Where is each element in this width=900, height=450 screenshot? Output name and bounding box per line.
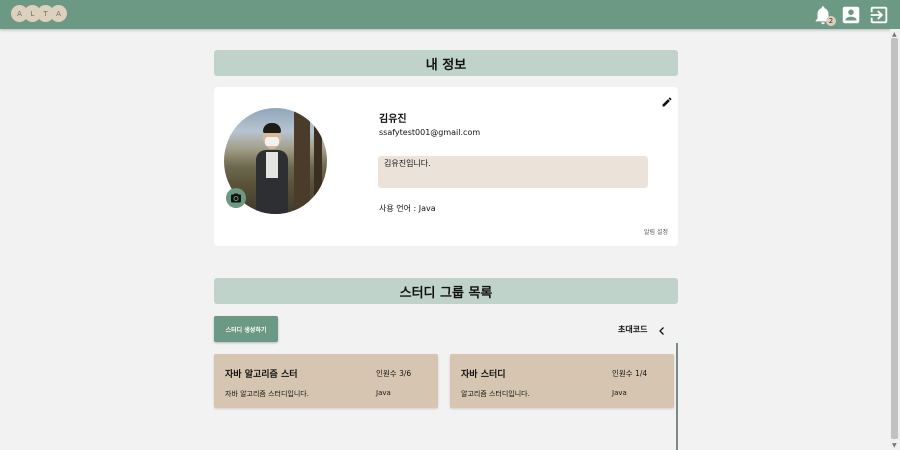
scroll-down-arrow-icon[interactable]: ▼ — [892, 442, 897, 449]
chevron-left-icon[interactable] — [656, 322, 668, 335]
study-member-count: 인원수 3/6 — [376, 369, 412, 378]
invite-code-button[interactable]: 초대코드 — [618, 324, 647, 335]
create-study-button[interactable]: 스터디 생성하기 — [214, 316, 278, 342]
scroll-up-arrow-icon[interactable]: ▲ — [892, 31, 897, 38]
study-name: 자바 스터디 — [461, 370, 506, 380]
notification-count-badge: 2 — [826, 16, 836, 26]
user-bio: 김유진입니다. — [378, 156, 648, 188]
scrollbar-thumb[interactable] — [891, 38, 898, 439]
study-description: 알고리즘 스터디입니다. — [461, 390, 530, 398]
logout-icon — [870, 6, 888, 24]
user-language: 사용 언어 : Java — [379, 204, 436, 213]
user-email: ssafytest001@gmail.com — [379, 128, 481, 137]
user-name: 김유진 — [379, 114, 407, 125]
profile-card: 김유진 ssafytest001@gmail.com 김유진입니다. 사용 언어… — [214, 87, 678, 246]
camera-icon — [231, 193, 241, 203]
pencil-icon — [662, 97, 672, 107]
profile-section-title: 내 정보 — [214, 50, 678, 76]
profile-button[interactable] — [840, 4, 862, 26]
study-language: Java — [612, 389, 627, 397]
study-description: 자바 알고리즘 스터디입니다. — [225, 390, 309, 398]
logout-button[interactable] — [868, 4, 890, 26]
top-navigation-bar: A L T A 2 — [0, 0, 900, 29]
app-logo[interactable]: A L T A — [11, 5, 67, 24]
page-scrollbar[interactable]: ▲ ▼ — [890, 29, 900, 450]
notification-bell-button[interactable]: 2 — [812, 4, 836, 26]
alarm-setting-link[interactable]: 알림 설정 — [644, 227, 668, 236]
change-photo-button[interactable] — [226, 188, 246, 208]
study-language: Java — [376, 389, 391, 397]
logo-letter: A — [50, 5, 67, 22]
edit-profile-button[interactable] — [661, 93, 673, 107]
study-member-count: 인원수 1/4 — [612, 369, 648, 378]
study-section-title: 스터디 그룹 목록 — [214, 278, 678, 304]
divider — [676, 343, 678, 450]
study-name: 자바 알고리즘 스터 — [225, 370, 298, 380]
study-card[interactable]: 자바 알고리즘 스터 인원수 3/6 자바 알고리즘 스터디입니다. Java — [214, 354, 438, 408]
account-box-icon — [842, 6, 860, 24]
study-card[interactable]: 자바 스터디 인원수 1/4 알고리즘 스터디입니다. Java — [450, 354, 674, 408]
